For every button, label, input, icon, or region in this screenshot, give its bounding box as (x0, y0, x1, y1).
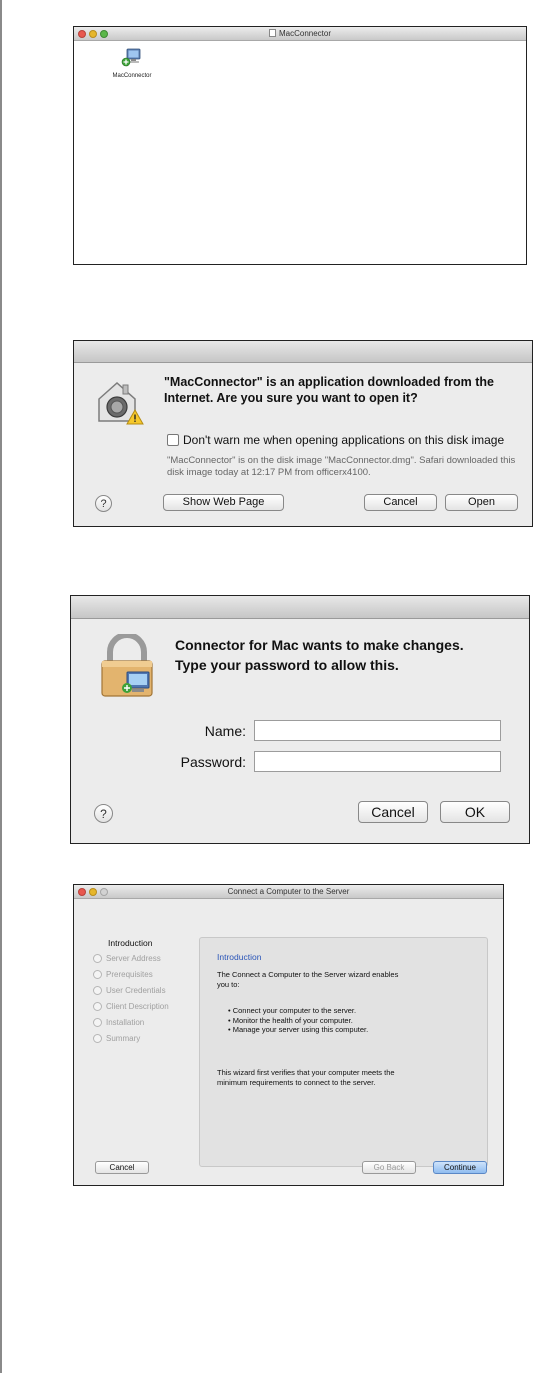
list-item: • Connect your computer to the server. (228, 1006, 357, 1015)
intro-text: The Connect a Computer to the Server wiz… (217, 970, 399, 989)
step-user-credentials: User Credentials (93, 986, 166, 995)
password-label: Password: (180, 754, 246, 770)
connect-computer-wizard: Connect a Computer to the Server Introdu… (73, 884, 504, 1186)
list-item: • Manage your server using this computer… (228, 1025, 369, 1034)
step-summary: Summary (93, 1034, 140, 1043)
list-item: • Monitor the health of your computer. (228, 1015, 353, 1025)
authorization-dialog: Connector for Mac wants to make changes.… (70, 595, 530, 844)
current-step-title: Introduction (108, 938, 153, 948)
ok-button[interactable]: OK (440, 801, 510, 823)
step-radio-icon (93, 1018, 102, 1027)
authorization-message-line1: Connector for Mac wants to make changes. (175, 637, 464, 653)
dont-warn-checkbox[interactable] (167, 434, 179, 446)
name-field[interactable] (254, 720, 501, 741)
step-radio-icon (93, 954, 102, 963)
finder-titlebar[interactable]: MacConnector (74, 27, 526, 41)
cancel-button[interactable]: Cancel (364, 494, 437, 511)
security-warning-icon (93, 377, 145, 434)
name-label: Name: (204, 723, 246, 739)
gatekeeper-dialog: "MacConnector" is an application downloa… (73, 340, 533, 527)
authorization-message-line2: Type your password to allow this. (175, 657, 399, 673)
continue-button[interactable]: Continue (433, 1161, 487, 1174)
authorization-message: Connector for Mac wants to make changes.… (175, 635, 525, 675)
step-installation: Installation (93, 1018, 144, 1027)
step-prerequisites: Prerequisites (93, 970, 153, 979)
verification-text: This wizard first verifies that your com… (217, 1068, 395, 1087)
step-server-address: Server Address (93, 954, 161, 963)
cancel-button[interactable]: Cancel (358, 801, 428, 823)
finder-window-title: MacConnector (74, 27, 526, 40)
dialog-titlebar (74, 341, 532, 363)
cancel-button[interactable]: Cancel (95, 1161, 149, 1174)
help-button[interactable]: ? (95, 495, 112, 512)
password-field[interactable] (254, 751, 501, 772)
step-radio-icon (93, 986, 102, 995)
step-radio-icon (93, 970, 102, 979)
step-radio-icon (93, 1002, 102, 1011)
macconnector-app-label: MacConnector (112, 73, 152, 79)
macconnector-app-icon[interactable] (121, 47, 143, 67)
wizard-window-title: Connect a Computer to the Server (227, 887, 350, 896)
wizard-content-panel: Introduction The Connect a Computer to t… (199, 937, 488, 1167)
dont-warn-checkbox-row[interactable]: Don't warn me when opening applications … (167, 433, 504, 447)
show-web-page-button[interactable]: Show Web Page (163, 494, 284, 511)
go-back-button: Go Back (362, 1161, 416, 1174)
padlock-icon (99, 632, 157, 703)
macconnector-app-item[interactable]: MacConnector (102, 47, 162, 79)
step-radio-icon (93, 1034, 102, 1043)
finder-window: MacConnector MacConnector (73, 26, 527, 265)
download-source-details: "MacConnector" is on the disk image "Mac… (167, 455, 516, 478)
page-left-rule (0, 0, 2, 1373)
help-button[interactable]: ? (94, 804, 113, 823)
panel-heading: Introduction (217, 952, 262, 962)
gatekeeper-message: "MacConnector" is an application downloa… (164, 375, 494, 405)
dialog-titlebar (71, 596, 529, 619)
capability-list: • Connect your computer to the server. •… (228, 1006, 368, 1035)
open-button[interactable]: Open (445, 494, 518, 511)
dont-warn-checkbox-label[interactable]: Don't warn me when opening applications … (183, 433, 504, 447)
step-client-description: Client Description (93, 1002, 169, 1011)
wizard-titlebar[interactable]: Connect a Computer to the Server (74, 885, 503, 899)
disk-image-icon (268, 29, 276, 37)
